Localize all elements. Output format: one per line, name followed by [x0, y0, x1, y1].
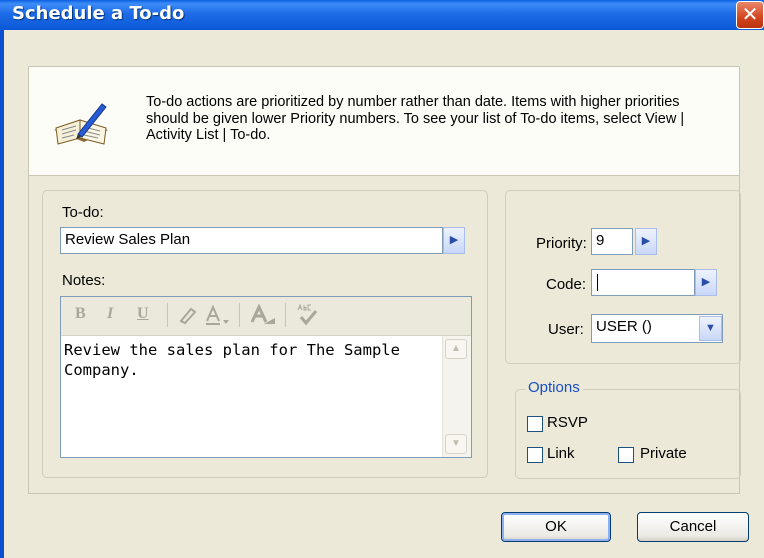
notes-label: Notes:	[62, 272, 106, 289]
options-legend: Options	[525, 379, 583, 396]
ok-button[interactable]: OK	[501, 512, 611, 542]
arrow-right-icon: ▶	[641, 235, 651, 247]
window-title: Schedule a To-do	[12, 3, 185, 24]
italic-button[interactable]: I	[107, 305, 113, 323]
link-checkbox[interactable]	[527, 447, 543, 463]
font-size-icon[interactable]	[249, 304, 277, 328]
toolbar-separator	[239, 303, 240, 327]
options-group	[515, 389, 741, 479]
toolbar-separator	[167, 303, 168, 327]
scroll-down-button[interactable]: ▼	[445, 434, 467, 454]
code-input[interactable]	[591, 269, 695, 296]
notes-scrollbar[interactable]: ▲ ▼	[442, 336, 471, 457]
todo-lookup-button[interactable]: ▶	[443, 227, 465, 254]
arrow-right-icon: ▶	[701, 276, 711, 288]
private-checkbox[interactable]	[618, 447, 634, 463]
window-frame	[0, 30, 4, 558]
spell-check-icon[interactable]	[295, 302, 319, 328]
user-label: User:	[548, 321, 584, 338]
close-icon: ✕	[741, 2, 759, 26]
scroll-up-button[interactable]: ▲	[445, 339, 467, 359]
priority-label: Priority:	[536, 235, 587, 252]
notes-text[interactable]: Review the sales plan for The Sample Com…	[64, 340, 434, 380]
cancel-button[interactable]: Cancel	[637, 512, 749, 542]
todo-input[interactable]: Review Sales Plan	[60, 227, 443, 254]
code-lookup-button[interactable]: ▶	[695, 269, 717, 296]
chevron-up-icon: ▲	[451, 343, 461, 354]
title-bar[interactable]: Schedule a To-do ✕	[0, 0, 764, 30]
font-color-icon[interactable]	[203, 304, 231, 328]
priority-input[interactable]: 9	[591, 228, 633, 255]
open-book-pen-icon	[54, 103, 108, 145]
toolbar-separator	[285, 303, 286, 327]
user-dropdown-button[interactable]: ▼	[699, 316, 722, 341]
formatting-toolbar: B I U	[61, 297, 471, 336]
user-select-value: USER ()	[596, 318, 652, 335]
underline-button[interactable]: U	[137, 305, 149, 323]
rsvp-label[interactable]: RSVP	[547, 414, 588, 431]
priority-button[interactable]: ▶	[635, 228, 657, 255]
chevron-down-icon: ▼	[451, 438, 461, 449]
link-label[interactable]: Link	[547, 445, 575, 462]
text-cursor	[597, 274, 598, 291]
close-button[interactable]: ✕	[736, 1, 764, 29]
bold-button[interactable]: B	[75, 305, 86, 323]
todo-label: To-do:	[62, 204, 104, 221]
private-label[interactable]: Private	[640, 445, 687, 462]
description-text: To-do actions are prioritized by number …	[146, 94, 685, 143]
rsvp-checkbox[interactable]	[527, 416, 543, 432]
schedule-todo-dialog: Schedule a To-do ✕ To-do actions are pri…	[0, 0, 764, 558]
arrow-right-icon: ▶	[449, 234, 459, 246]
code-label: Code:	[546, 276, 587, 293]
highlight-icon[interactable]	[177, 305, 199, 325]
chevron-down-icon: ▼	[705, 322, 716, 334]
